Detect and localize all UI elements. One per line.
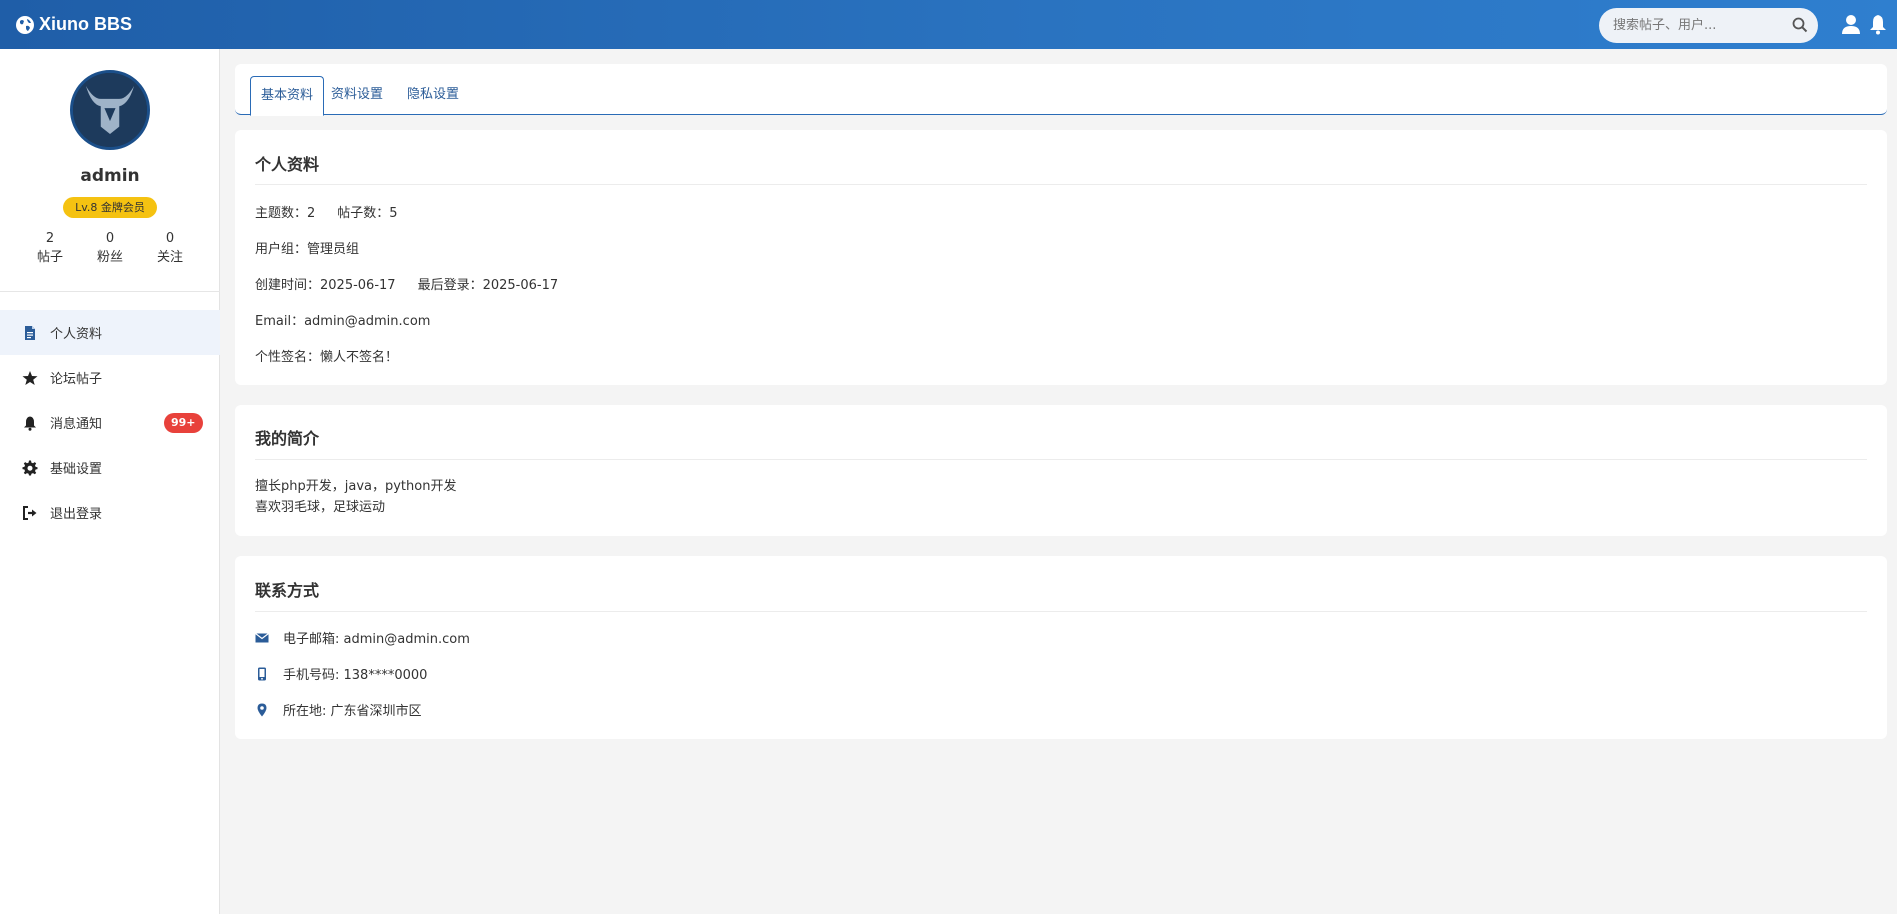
contact-email-row: 电子邮箱: admin@admin.com (255, 628, 470, 647)
stat-fans[interactable]: 0 粉丝 (80, 230, 140, 267)
section-divider (255, 459, 1867, 460)
sidebar-item-profile[interactable]: 个人资料 (0, 310, 220, 355)
user-icon[interactable] (1840, 13, 1862, 35)
stat-following-value: 0 (165, 231, 175, 246)
last-login-date: 最后登录：2025-06-17 (417, 278, 559, 293)
document-icon (22, 325, 38, 341)
contact-location: 所在地: 广东省深圳市区 (283, 704, 422, 719)
stat-fans-value: 0 (105, 231, 115, 246)
section-divider (255, 184, 1867, 185)
star-icon (22, 370, 38, 386)
sidebar-menu: 个人资料 论坛帖子 消息通知 99+ 基础设置 退出登录 (0, 310, 220, 535)
stat-fans-label: 粉丝 (96, 250, 123, 265)
envelope-icon (255, 631, 269, 645)
contact-card: 联系方式 电子邮箱: admin@admin.com 手机号码: 138****… (235, 556, 1887, 739)
tab-basic-info[interactable]: 基本资料 (250, 76, 325, 116)
mobile-phone-icon (255, 667, 269, 681)
sidebar-item-label: 个人资料 (50, 327, 103, 342)
sidebar-item-label: 消息通知 (50, 417, 103, 432)
bell-icon[interactable] (1867, 13, 1889, 35)
contact-location-row: 所在地: 广东省深圳市区 (255, 700, 422, 719)
sidebar-item-settings[interactable]: 基础设置 (0, 445, 220, 490)
user-group: 用户组：管理员组 (255, 242, 360, 257)
level-badge: Lv.8 金牌会员 (63, 197, 157, 218)
created-date: 创建时间：2025-06-17 (255, 278, 396, 293)
topic-count: 主题数：2 (255, 206, 316, 221)
brand-name: Xiuno BBS (39, 14, 132, 34)
email-info: Email：admin@admin.com (255, 314, 431, 329)
stat-posts-value: 2 (45, 231, 55, 246)
contact-email: 电子邮箱: admin@admin.com (283, 632, 470, 647)
sidebar-item-logout[interactable]: 退出登录 (0, 490, 220, 535)
sidebar: admin Lv.8 金牌会员 2 帖子 0 粉丝 0 关注 个人资料 论坛帖子 (0, 49, 220, 914)
section-divider (255, 611, 1867, 612)
personal-info-card: 个人资料 主题数：2 帖子数：5 用户组：管理员组 创建时间：2025-06-17… (235, 130, 1887, 385)
logout-icon (22, 505, 38, 521)
stat-following[interactable]: 0 关注 (140, 230, 200, 267)
contact-phone-row: 手机号码: 138****0000 (255, 664, 427, 683)
sidebar-item-notifications[interactable]: 消息通知 99+ (0, 400, 220, 445)
intro-line-1: 擅长php开发，java，python开发 (255, 479, 457, 494)
avatar[interactable] (70, 70, 150, 150)
notification-count-badge: 99+ (164, 413, 203, 433)
personal-info-title: 个人资料 (255, 155, 320, 174)
signature-info: 个性签名：懒人不签名！ (255, 350, 399, 365)
post-stats-row: 主题数：2 帖子数：5 (255, 202, 398, 221)
intro-title: 我的简介 (255, 429, 320, 448)
brand-logo[interactable]: Xiuno BBS (15, 14, 132, 35)
top-header: Xiuno BBS (0, 0, 1897, 49)
tab-profile-settings[interactable]: 资料设置 (321, 76, 393, 115)
search-input[interactable] (1613, 18, 1783, 33)
search-icon[interactable] (1792, 17, 1808, 33)
bell-icon (22, 415, 38, 431)
intro-line-2: 喜欢羽毛球，足球运动 (255, 500, 386, 515)
sidebar-item-label: 基础设置 (50, 462, 103, 477)
sidebar-item-label: 退出登录 (50, 507, 103, 522)
post-count: 帖子数：5 (337, 206, 398, 221)
stat-following-label: 关注 (156, 250, 183, 265)
contact-title: 联系方式 (255, 581, 320, 600)
intro-card: 我的简介 擅长php开发，java，python开发 喜欢羽毛球，足球运动 (235, 405, 1887, 536)
username: admin (80, 166, 140, 186)
contact-phone: 手机号码: 138****0000 (283, 668, 428, 683)
stat-posts[interactable]: 2 帖子 (20, 230, 80, 267)
avatar-image (73, 73, 147, 147)
sidebar-divider (0, 291, 220, 292)
profile-tabs: 基本资料 资料设置 隐私设置 (235, 64, 1887, 116)
sidebar-item-label: 论坛帖子 (50, 372, 103, 387)
tab-privacy-settings[interactable]: 隐私设置 (397, 76, 469, 115)
sidebar-item-posts[interactable]: 论坛帖子 (0, 355, 220, 400)
map-pin-icon (255, 703, 269, 717)
globe-icon (16, 15, 34, 34)
search-box (1599, 8, 1818, 43)
gear-icon (22, 460, 38, 476)
stat-posts-label: 帖子 (36, 250, 63, 265)
date-row: 创建时间：2025-06-17 最后登录：2025-06-17 (255, 274, 558, 293)
